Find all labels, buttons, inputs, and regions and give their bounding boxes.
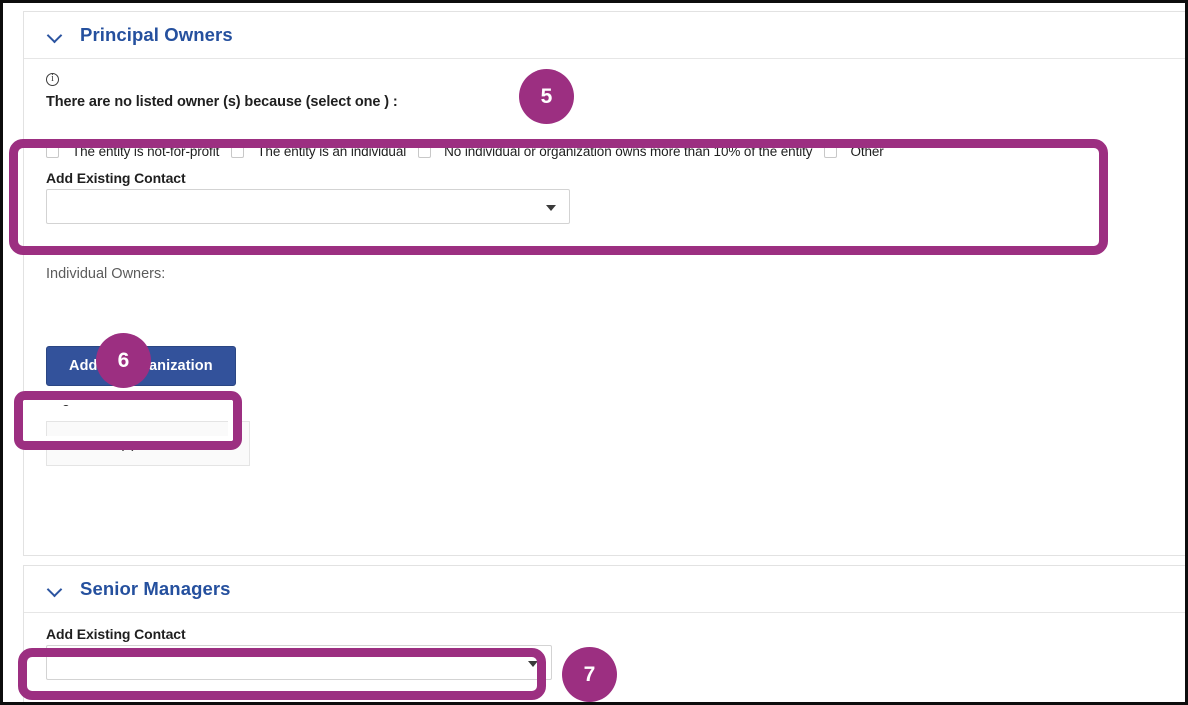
principal-owners-contact-field: Add Existing Contact bbox=[24, 170, 1185, 224]
screenshot-frame: Principal Owners There are no listed own… bbox=[0, 0, 1188, 705]
checkbox-label: The entity is not-for-profit bbox=[72, 143, 220, 159]
checkbox-label: Other bbox=[850, 143, 884, 159]
individual-owners-label: Individual Owners: bbox=[46, 266, 166, 282]
checkbox-label: No individual or organization owns more … bbox=[444, 143, 813, 159]
add-existing-contact-select[interactable] bbox=[46, 189, 570, 224]
owner-reason-checkbox-row: The entity is not-for-profit The entity … bbox=[24, 140, 1185, 162]
organization-owners-results-box: 0 Result(s) bbox=[46, 421, 250, 466]
owners-info-text: There are no listed owner (s) because (s… bbox=[46, 94, 398, 110]
add-existing-contact-label: Add Existing Contact bbox=[46, 170, 186, 186]
senior-managers-header[interactable]: Senior Managers bbox=[24, 566, 1185, 613]
checkbox-label: The entity is an individual bbox=[257, 143, 407, 159]
principal-owners-header[interactable]: Principal Owners bbox=[24, 12, 1185, 59]
chevron-down-icon[interactable] bbox=[46, 26, 64, 44]
checkbox-no-owner-over-10-percent[interactable]: No individual or organization owns more … bbox=[418, 144, 824, 159]
principal-owners-body: There are no listed owner (s) because (s… bbox=[24, 59, 1185, 466]
annotation-badge-6: 6 bbox=[96, 333, 151, 388]
owners-info-block: There are no listed owner (s) because (s… bbox=[24, 59, 1185, 110]
info-circle-icon bbox=[46, 72, 59, 86]
checkbox-other[interactable]: Other bbox=[824, 144, 895, 159]
checkbox-entity-is-individual[interactable]: The entity is an individual bbox=[231, 144, 418, 159]
checkbox-box[interactable] bbox=[46, 144, 59, 158]
annotation-badge-5: 5 bbox=[519, 69, 574, 124]
page-title: Principal Owners bbox=[80, 24, 233, 45]
caret-down-icon[interactable] bbox=[528, 660, 538, 667]
checkbox-box[interactable] bbox=[418, 144, 432, 158]
annotation-badge-7: 7 bbox=[562, 647, 617, 702]
caret-down-icon[interactable] bbox=[546, 204, 556, 211]
checkbox-box[interactable] bbox=[824, 144, 838, 158]
senior-managers-contact-select[interactable] bbox=[46, 645, 552, 680]
senior-managers-title: Senior Managers bbox=[80, 578, 231, 599]
principal-owners-panel: Principal Owners There are no listed own… bbox=[23, 11, 1185, 556]
organization-owners-label: Organization Owners bbox=[46, 391, 183, 407]
add-existing-contact-label: Add Existing Contact bbox=[46, 626, 186, 642]
chevron-down-icon[interactable] bbox=[46, 580, 64, 598]
checkbox-not-for-profit[interactable]: The entity is not-for-profit bbox=[46, 144, 231, 159]
add-organization-row: Add an Organization bbox=[24, 346, 1185, 386]
checkbox-box[interactable] bbox=[231, 144, 245, 158]
organization-owners-results-text: 0 Result(s) bbox=[66, 435, 137, 452]
